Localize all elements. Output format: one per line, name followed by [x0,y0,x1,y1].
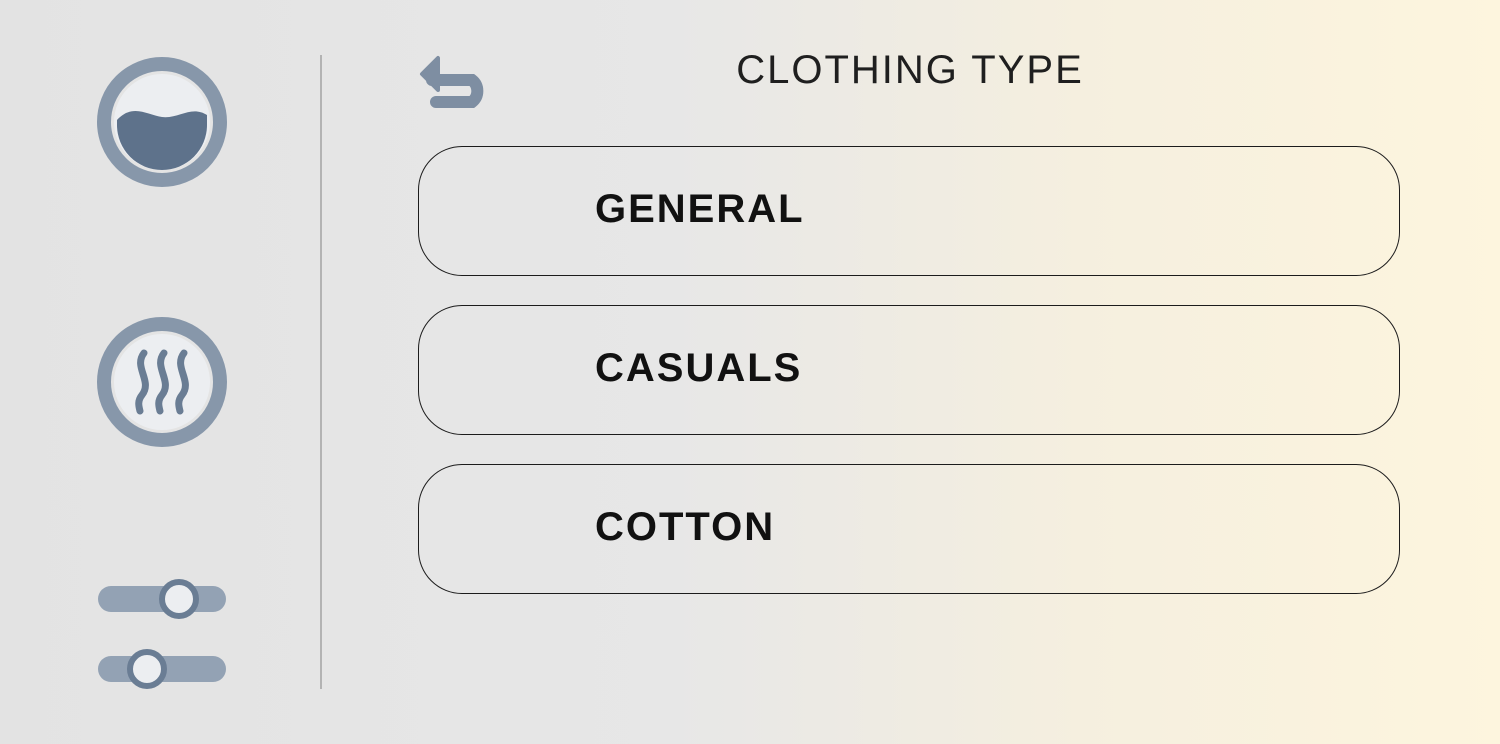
option-cotton-button[interactable]: COTTON [418,464,1400,594]
option-label: GENERAL [595,187,805,231]
sliders-icon [98,579,226,689]
settings-button[interactable] [96,574,230,690]
back-button[interactable] [414,52,496,114]
option-general-button[interactable]: GENERAL [418,146,1400,276]
option-casuals-button[interactable]: CASUALS [418,305,1400,435]
water-drum-icon [97,57,227,187]
option-label: COTTON [595,505,776,549]
back-arrow-icon [420,56,484,108]
page-title: CLOTHING TYPE [736,48,1084,92]
wash-button[interactable] [95,55,229,189]
sidebar-divider [320,55,322,689]
option-label: CASUALS [595,346,803,390]
steam-icon [97,317,227,447]
steam-button[interactable] [95,315,229,449]
